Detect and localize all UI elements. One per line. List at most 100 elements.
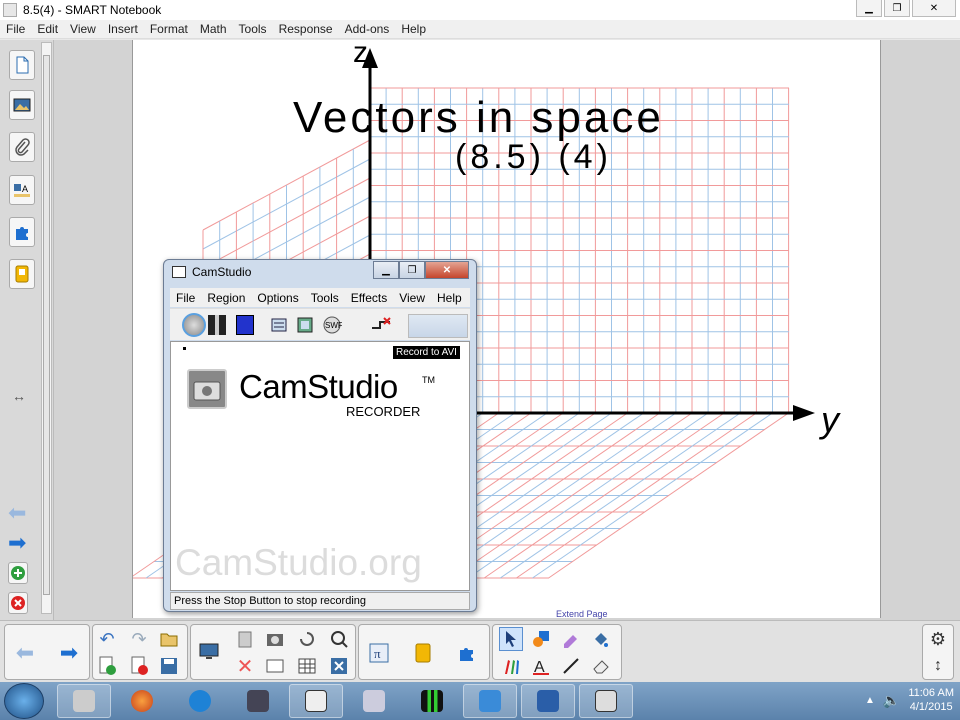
drawing-tools-group: A	[492, 624, 622, 680]
document-camera-button[interactable]	[327, 627, 351, 651]
taskbar-camera-app[interactable]	[289, 684, 343, 718]
pens-tool-button[interactable]	[499, 654, 523, 678]
image-icon	[13, 98, 31, 112]
taskbar-notebook[interactable]	[463, 684, 517, 718]
attachments-tab[interactable]	[9, 132, 35, 162]
previous-page-arrow-icon[interactable]: ⬅	[8, 500, 26, 526]
properties-tab[interactable]: A	[9, 175, 35, 205]
cam-menu-tools[interactable]: Tools	[305, 291, 345, 305]
scrollbar-thumb[interactable]	[43, 55, 50, 595]
minimize-button[interactable]: ▁	[856, 0, 882, 17]
volume-icon[interactable]: 🔈	[883, 692, 900, 709]
taskbar-firefox[interactable]	[115, 684, 169, 718]
delete-page-toolbar-button[interactable]	[127, 654, 151, 678]
full-screen-button[interactable]	[263, 654, 287, 678]
menu-tools[interactable]: Tools	[233, 22, 273, 36]
cam-menu-file[interactable]: File	[170, 291, 201, 305]
open-folder-button[interactable]	[157, 627, 181, 651]
cam-menu-effects[interactable]: Effects	[345, 291, 393, 305]
response-tab[interactable]	[9, 259, 35, 289]
resize-handle-icon[interactable]: ↔	[12, 388, 26, 404]
response-button[interactable]	[411, 641, 435, 665]
cam-menu-options[interactable]: Options	[251, 291, 304, 305]
region-button[interactable]	[270, 315, 288, 335]
camstudio-minimize-button[interactable]: ▁	[373, 261, 399, 279]
addons-button[interactable]	[455, 641, 479, 665]
next-page-button[interactable]: ➡	[57, 640, 81, 665]
record-button[interactable]	[182, 313, 206, 337]
camera-icon	[193, 381, 221, 401]
creative-pen-button[interactable]	[559, 627, 583, 651]
clock[interactable]: 11:06 AM 4/1/2015	[908, 686, 954, 714]
add-page-toolbar-button[interactable]	[95, 654, 119, 678]
paste-button[interactable]	[233, 627, 257, 651]
save-button[interactable]	[157, 654, 181, 678]
menu-addons[interactable]: Add-ons	[339, 22, 396, 36]
screen-capture-button[interactable]	[263, 627, 287, 651]
camstudio-window[interactable]: CamStudio ▁ ❐ ✕ File Region Options Tool…	[163, 259, 477, 612]
taskbar-internet-explorer[interactable]	[173, 684, 227, 718]
redo-icon[interactable]: ↷	[127, 627, 151, 651]
taskbar-app-0[interactable]	[57, 684, 111, 718]
menu-format[interactable]: Format	[144, 22, 194, 36]
start-button[interactable]	[4, 683, 44, 719]
taskbar-audio-app[interactable]	[405, 684, 459, 718]
menu-insert[interactable]: Insert	[102, 22, 144, 36]
camstudio-maximize-button[interactable]: ❐	[399, 261, 425, 279]
gear-icon[interactable]: ⚙	[926, 627, 950, 651]
cam-menu-help[interactable]: Help	[431, 291, 468, 305]
add-page-button[interactable]	[8, 562, 28, 584]
menu-view[interactable]: View	[64, 22, 102, 36]
record-tooltip: Record to AVI	[393, 346, 460, 359]
folder-icon	[160, 633, 178, 647]
delete-page-button[interactable]	[8, 592, 28, 614]
gallery-tab[interactable]	[9, 90, 35, 120]
taskbar-network-app[interactable]	[231, 684, 285, 718]
z-axis-label: z	[353, 40, 368, 69]
camstudio-close-button[interactable]: ✕	[425, 261, 469, 279]
menu-math[interactable]: Math	[194, 22, 233, 36]
cam-menu-region[interactable]: Region	[201, 291, 251, 305]
next-page-arrow-icon[interactable]: ➡	[8, 530, 26, 556]
toolbar-panel	[408, 314, 468, 338]
maximize-button[interactable]: ❐	[884, 0, 910, 17]
title-bar: 8.5(4) - SMART Notebook ▁ ❐ ✕	[0, 0, 960, 20]
line-tool-button[interactable]	[559, 654, 583, 678]
swf-button[interactable]: SWF	[322, 315, 342, 335]
previous-page-button[interactable]: ⬅	[13, 640, 37, 665]
text-tool-button[interactable]: A	[529, 654, 553, 678]
close-button[interactable]: ✕	[912, 0, 956, 17]
swf-icon: SWF	[323, 316, 342, 334]
stop-button[interactable]	[236, 315, 254, 335]
rotate-button[interactable]	[295, 627, 319, 651]
cam-menu-view[interactable]: View	[393, 291, 431, 305]
add-page-icon	[99, 656, 116, 675]
screen-shade-button[interactable]	[197, 639, 221, 663]
menu-file[interactable]: File	[0, 22, 31, 36]
pause-button[interactable]	[208, 315, 226, 335]
select-tool-button[interactable]	[499, 627, 523, 651]
options-button[interactable]	[296, 315, 314, 335]
page-sorter-tab[interactable]	[9, 50, 35, 80]
menu-help[interactable]: Help	[395, 22, 432, 36]
shapes-tool-button[interactable]	[529, 627, 553, 651]
extend-page-link[interactable]: Extend Page	[556, 609, 608, 619]
taskbar-smart-tools[interactable]	[521, 684, 575, 718]
delete-button[interactable]: ✕	[233, 654, 257, 678]
sidebar-scrollbar[interactable]	[41, 42, 52, 614]
fill-tool-button[interactable]	[589, 627, 613, 651]
close-document-button[interactable]	[327, 654, 351, 678]
eraser-tool-button[interactable]	[589, 654, 613, 678]
autopan-button[interactable]	[370, 315, 392, 335]
math-tools-button[interactable]: π	[367, 641, 391, 665]
undo-icon[interactable]: ↶	[95, 627, 119, 651]
move-toolbar-icon[interactable]: ↕	[926, 654, 950, 678]
table-button[interactable]	[295, 654, 319, 678]
addons-tab[interactable]	[9, 217, 35, 247]
taskbar-camstudio[interactable]	[579, 684, 633, 718]
menu-bar: File Edit View Insert Format Math Tools …	[0, 20, 960, 39]
taskbar-calculator[interactable]	[347, 684, 401, 718]
menu-response[interactable]: Response	[273, 22, 339, 36]
show-hidden-icons-icon[interactable]: ▲	[865, 695, 875, 706]
menu-edit[interactable]: Edit	[31, 22, 64, 36]
